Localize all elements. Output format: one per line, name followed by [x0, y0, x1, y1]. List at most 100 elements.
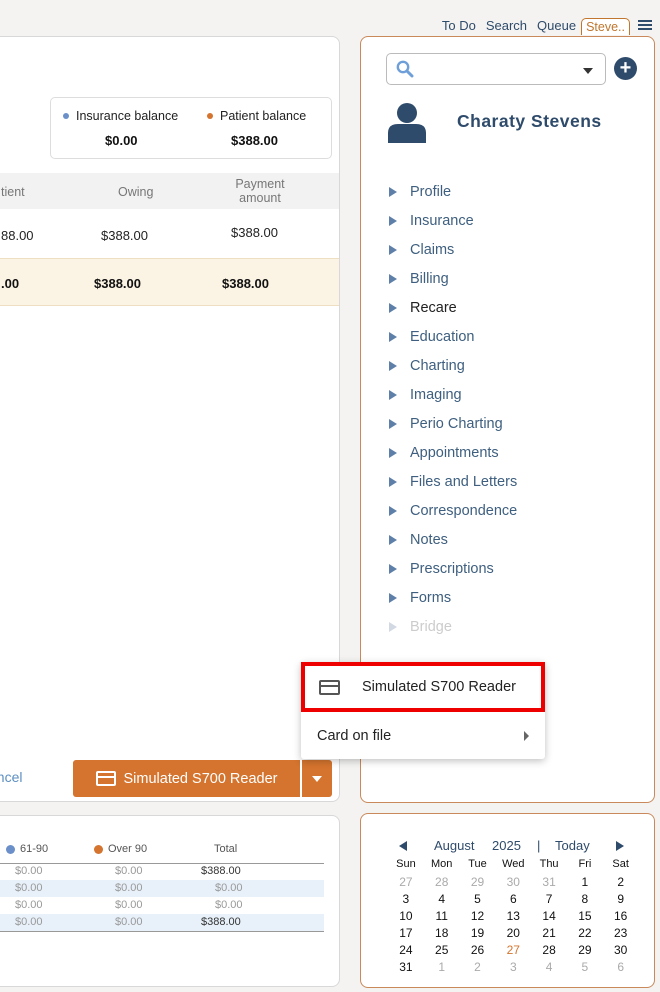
- row-patient: 88.00: [1, 228, 34, 243]
- calendar-day[interactable]: 17: [388, 926, 424, 943]
- calendar-day[interactable]: 26: [460, 943, 496, 960]
- total-owing: $388.00: [94, 276, 141, 291]
- triangle-right-icon: [389, 215, 397, 226]
- aging-total-label: Total: [214, 843, 238, 855]
- triangle-right-icon: [389, 563, 397, 574]
- calendar-day[interactable]: 5: [460, 892, 496, 909]
- total-patient: .00: [1, 276, 20, 291]
- col-owing: Owing: [118, 185, 154, 199]
- calendar-day[interactable]: 25: [424, 943, 460, 960]
- hamburger-menu-icon[interactable]: [638, 18, 652, 32]
- calendar-day[interactable]: 24: [388, 943, 424, 960]
- calendar-day[interactable]: 9: [603, 892, 639, 909]
- week-row: 3 4 5 6 7 8 9: [388, 892, 639, 909]
- calendar-day[interactable]: 4: [531, 960, 567, 977]
- chevron-down-icon: [583, 68, 593, 74]
- calendar-day[interactable]: 31: [531, 875, 567, 892]
- calendar-day[interactable]: 1: [424, 960, 460, 977]
- calendar-day[interactable]: 12: [460, 909, 496, 926]
- menu-item-claims[interactable]: Claims: [389, 235, 517, 264]
- menu-item-notes[interactable]: Notes: [389, 525, 517, 554]
- calendar-day[interactable]: 7: [531, 892, 567, 909]
- menu-item-prescriptions[interactable]: Prescriptions: [389, 554, 517, 583]
- cancel-link[interactable]: ancel: [0, 769, 22, 785]
- menu-item-profile[interactable]: Profile: [389, 177, 517, 206]
- triangle-right-icon: [389, 592, 397, 603]
- menu-item-correspondence[interactable]: Correspondence: [389, 496, 517, 525]
- calendar-day[interactable]: 30: [603, 943, 639, 960]
- insurance-balance-value: $0.00: [105, 133, 138, 148]
- payment-method-menu: Simulated S700 Reader Card on file: [301, 662, 545, 759]
- calendar-day[interactable]: 31: [388, 960, 424, 977]
- calendar-day-today[interactable]: 27: [495, 943, 531, 960]
- nav-patient-tab[interactable]: Steve..: [581, 18, 630, 35]
- menu-item-education[interactable]: Education: [389, 322, 517, 351]
- menu-item-files-and-letters[interactable]: Files and Letters: [389, 467, 517, 496]
- calendar-day[interactable]: 19: [460, 926, 496, 943]
- calendar-day[interactable]: 4: [424, 892, 460, 909]
- calendar-day[interactable]: 29: [460, 875, 496, 892]
- nav-todo[interactable]: To Do: [437, 16, 481, 35]
- patient-search-input[interactable]: [386, 53, 606, 85]
- calendar-day[interactable]: 14: [531, 909, 567, 926]
- calendar-day[interactable]: 2: [603, 875, 639, 892]
- patient-balance-label: Patient balance: [220, 109, 307, 123]
- calendar-day[interactable]: 30: [495, 875, 531, 892]
- menu-item-card-on-file[interactable]: Card on file: [301, 722, 545, 750]
- calendar-year[interactable]: 2025: [492, 838, 521, 853]
- menu-item-simulated-reader[interactable]: Simulated S700 Reader: [301, 662, 545, 712]
- calendar-day[interactable]: 8: [567, 892, 603, 909]
- calendar-day[interactable]: 27: [388, 875, 424, 892]
- today-link[interactable]: Today: [555, 838, 590, 853]
- menu-item-imaging[interactable]: Imaging: [389, 380, 517, 409]
- pay-dropdown-button[interactable]: [302, 760, 332, 797]
- calendar-day[interactable]: 10: [388, 909, 424, 926]
- calendar-day[interactable]: 6: [495, 892, 531, 909]
- nav-queue[interactable]: Queue: [532, 16, 581, 35]
- week-row: 31 1 2 3 4 5 6: [388, 960, 639, 977]
- menu-item-appointments[interactable]: Appointments: [389, 438, 517, 467]
- aging-row: $0.00 $0.00 $0.00: [15, 899, 243, 911]
- calendar-day[interactable]: 5: [567, 960, 603, 977]
- calendar-day[interactable]: 21: [531, 926, 567, 943]
- calendar-day[interactable]: 22: [567, 926, 603, 943]
- calendar-day[interactable]: 13: [495, 909, 531, 926]
- calendar-day[interactable]: 15: [567, 909, 603, 926]
- calendar-day[interactable]: 29: [567, 943, 603, 960]
- menu-item-insurance[interactable]: Insurance: [389, 206, 517, 235]
- pay-button[interactable]: Simulated S700 Reader: [73, 760, 300, 797]
- triangle-right-icon: [389, 447, 397, 458]
- menu-item-charting[interactable]: Charting: [389, 351, 517, 380]
- aging-90-label: Over 90: [108, 843, 148, 855]
- calendar-separator: |: [537, 838, 541, 853]
- add-patient-button[interactable]: +: [614, 57, 637, 80]
- row-payment-amount[interactable]: $388.00: [231, 225, 278, 240]
- table-total-row: .00 $388.00 $388.00: [0, 258, 339, 306]
- calendar-day[interactable]: 3: [495, 960, 531, 977]
- menu-item-billing[interactable]: Billing: [389, 264, 517, 293]
- nav-search[interactable]: Search: [481, 16, 532, 35]
- menu-item-recare[interactable]: Recare: [389, 293, 517, 322]
- insurance-balance-label: Insurance balance: [76, 109, 179, 123]
- calendar-day[interactable]: 11: [424, 909, 460, 926]
- triangle-right-icon: [389, 534, 397, 545]
- calendar-day[interactable]: 28: [531, 943, 567, 960]
- calendar-day[interactable]: 6: [603, 960, 639, 977]
- calendar-day[interactable]: 16: [603, 909, 639, 926]
- calendar-month[interactable]: August: [434, 838, 474, 853]
- calendar-day[interactable]: 3: [388, 892, 424, 909]
- menu-item-forms[interactable]: Forms: [389, 583, 517, 612]
- calendar-day[interactable]: 23: [603, 926, 639, 943]
- prev-month-icon[interactable]: [399, 841, 407, 851]
- menu-item-perio-charting[interactable]: Perio Charting: [389, 409, 517, 438]
- calendar-day[interactable]: 2: [460, 960, 496, 977]
- triangle-right-icon: [389, 273, 397, 284]
- calendar-day[interactable]: 1: [567, 875, 603, 892]
- calendar-day[interactable]: 20: [495, 926, 531, 943]
- balance-summary: Insurance balance $0.00 Patient balance …: [50, 97, 332, 159]
- calendar-day[interactable]: 28: [424, 875, 460, 892]
- calendar-day[interactable]: 18: [424, 926, 460, 943]
- payment-panel: Insurance balance $0.00 Patient balance …: [0, 36, 340, 802]
- next-month-icon[interactable]: [616, 841, 624, 851]
- triangle-right-icon: [389, 360, 397, 371]
